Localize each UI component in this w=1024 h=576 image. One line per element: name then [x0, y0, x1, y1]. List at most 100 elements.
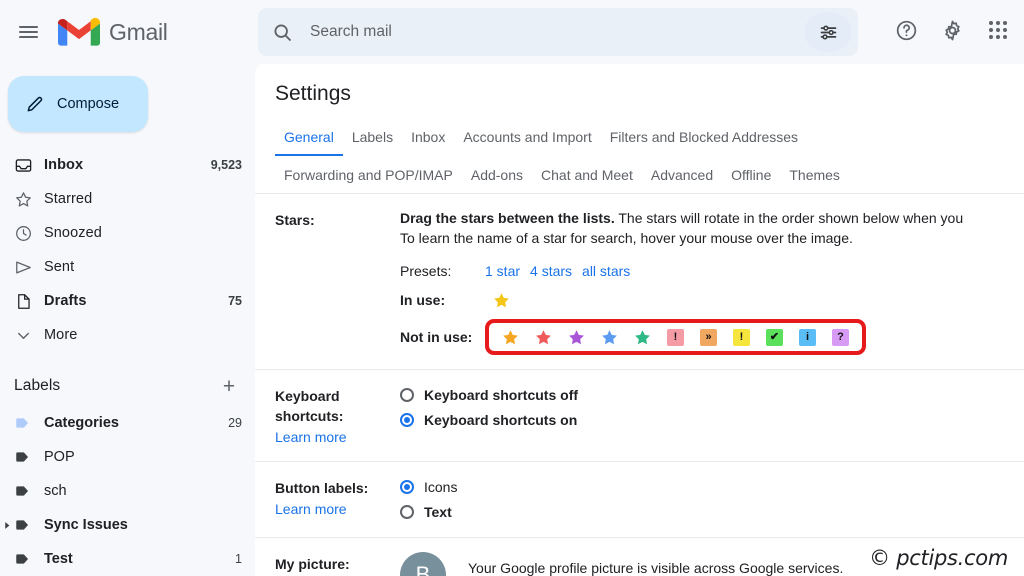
blue-info-badge-glyph: i [799, 329, 816, 346]
sidebar-label-text: Sync Issues [44, 517, 242, 533]
presets-label: Presets: [400, 261, 485, 281]
button-labels-label-text: Button labels: [275, 478, 400, 498]
search-options-icon[interactable] [804, 12, 852, 52]
sidebar-label-test[interactable]: Test 1 [0, 542, 256, 576]
preset-all-stars[interactable]: all stars [582, 261, 630, 281]
tab-forwarding-and-pop-imap[interactable]: Forwarding and POP/IMAP [275, 162, 462, 191]
inbox-icon [14, 156, 44, 175]
top-bar-actions [884, 8, 1020, 52]
compose-label: Compose [57, 96, 119, 112]
star-orange-guillemet-badge[interactable]: » [692, 326, 725, 348]
sidebar: Compose Inbox 9,523 Starred [0, 64, 256, 576]
sidebar-item-label: More [44, 327, 242, 343]
stars-row-label: Stars: [275, 208, 400, 355]
star-green-star[interactable] [626, 326, 659, 348]
keyboard-shortcuts-off-radio[interactable] [400, 388, 414, 402]
button-labels-text-radio[interactable] [400, 505, 414, 519]
page-title: Settings [255, 60, 1024, 124]
star-orange-star[interactable] [494, 326, 527, 348]
star-blue-star[interactable] [593, 326, 626, 348]
clock-icon [14, 224, 44, 243]
tab-chat-and-meet[interactable]: Chat and Meet [532, 162, 642, 191]
button-labels-text-option[interactable]: Text [400, 501, 1024, 523]
sidebar-item-drafts[interactable]: Drafts 75 [0, 284, 256, 318]
sidebar-label-pop[interactable]: POP [0, 440, 256, 474]
preset-1-star[interactable]: 1 star [485, 261, 520, 281]
button-labels-learn-more-link[interactable]: Learn more [275, 499, 400, 519]
sidebar-item-starred[interactable]: Starred [0, 182, 256, 216]
purple-question-badge-glyph: ? [832, 329, 849, 346]
stars-description-line-1: Drag the stars between the lists. The st… [400, 208, 1024, 228]
search-input[interactable] [306, 9, 804, 55]
my-picture-description: Your Google profile picture is visible a… [468, 552, 843, 576]
plus-icon[interactable]: + [218, 375, 240, 397]
tab-add-ons[interactable]: Add-ons [462, 162, 532, 191]
avatar[interactable]: B [400, 552, 446, 576]
sidebar-label-categories[interactable]: Categories 29 [0, 406, 256, 440]
tab-advanced[interactable]: Advanced [642, 162, 722, 191]
tab-accounts-and-import[interactable]: Accounts and Import [454, 124, 600, 156]
sidebar-item-snoozed[interactable]: Snoozed [0, 216, 256, 250]
in-use-label: In use: [400, 290, 485, 310]
stars-description-bold: Drag the stars between the lists. [400, 210, 615, 226]
label-icon [14, 482, 44, 500]
star-red-star[interactable] [527, 326, 560, 348]
google-apps-grid-icon[interactable] [976, 8, 1020, 52]
sidebar-item-count: 75 [228, 294, 242, 308]
help-icon[interactable] [884, 8, 928, 52]
keyboard-shortcuts-on-label: Keyboard shortcuts on [424, 410, 577, 430]
settings-tabs-row-1: General Labels Inbox Accounts and Import… [275, 124, 1024, 156]
settings-gear-icon[interactable] [930, 8, 974, 52]
star-blue-info-badge[interactable]: i [791, 326, 824, 348]
button-labels-icons-radio[interactable] [400, 480, 414, 494]
star-yellow-bang-badge[interactable]: ! [725, 326, 758, 348]
sidebar-item-sent[interactable]: Sent [0, 250, 256, 284]
button-labels-text-label: Text [424, 502, 452, 522]
label-icon [14, 516, 44, 534]
tab-offline[interactable]: Offline [722, 162, 780, 191]
tab-labels[interactable]: Labels [343, 124, 402, 156]
tab-inbox[interactable]: Inbox [402, 124, 454, 156]
my-picture-row-label: My picture: Learn more [275, 552, 400, 576]
gmail-brand[interactable]: Gmail [58, 16, 168, 48]
setting-row-button-labels: Button labels: Learn more Icons Text [255, 462, 1024, 538]
sidebar-item-more[interactable]: More [0, 318, 256, 352]
sidebar-label-sync-issues[interactable]: Sync Issues [0, 508, 256, 542]
stars-presets: Presets: 1 star 4 stars all stars [400, 261, 1024, 281]
sidebar-label-sch[interactable]: sch [0, 474, 256, 508]
stars-in-use-row: In use: [400, 289, 1024, 311]
star-green-check-badge[interactable]: ✔ [758, 326, 791, 348]
star-yellow-star[interactable] [485, 289, 518, 311]
settings-tabs: General Labels Inbox Accounts and Import… [255, 124, 1024, 194]
compose-button[interactable]: Compose [8, 76, 148, 132]
expand-caret-icon[interactable] [2, 520, 12, 530]
tab-themes[interactable]: Themes [780, 162, 849, 191]
search-icon[interactable] [258, 8, 306, 56]
button-labels-icons-option[interactable]: Icons [400, 476, 1024, 498]
star-purple-star[interactable] [560, 326, 593, 348]
label-icon [14, 550, 44, 568]
keyboard-shortcuts-off-label: Keyboard shortcuts off [424, 385, 578, 405]
gmail-logo-icon [58, 16, 100, 48]
preset-4-stars[interactable]: 4 stars [530, 261, 572, 281]
sidebar-nav: Inbox 9,523 Starred Snoozed [0, 148, 256, 352]
setting-row-keyboard-shortcuts: Keyboard shortcuts: Learn more Keyboard … [255, 370, 1024, 462]
sidebar-item-inbox[interactable]: Inbox 9,523 [0, 148, 256, 182]
star-red-bang-badge[interactable]: ! [659, 326, 692, 348]
keyboard-shortcuts-on-radio[interactable] [400, 413, 414, 427]
tab-filters-and-blocked-addresses[interactable]: Filters and Blocked Addresses [601, 124, 807, 156]
keyboard-shortcuts-on-option[interactable]: Keyboard shortcuts on [400, 409, 1024, 431]
settings-tabs-row-2: Forwarding and POP/IMAP Add-ons Chat and… [275, 162, 1024, 193]
keyboard-learn-more-link[interactable]: Learn more [275, 427, 400, 447]
sidebar-label-text: POP [44, 449, 242, 465]
keyboard-shortcuts-off-option[interactable]: Keyboard shortcuts off [400, 384, 1024, 406]
keyboard-shortcuts-options: Keyboard shortcuts off Keyboard shortcut… [400, 384, 1024, 447]
hamburger-menu-icon[interactable] [4, 8, 52, 56]
button-labels-options: Icons Text [400, 476, 1024, 523]
stars-description-line-2: To learn the name of a star for search, … [400, 228, 1024, 248]
star-purple-question-badge[interactable]: ? [824, 326, 857, 348]
search-bar[interactable] [258, 8, 858, 56]
tab-general[interactable]: General [275, 124, 343, 156]
button-labels-icons-label: Icons [424, 477, 457, 497]
top-bar: Gmail [0, 0, 1024, 64]
